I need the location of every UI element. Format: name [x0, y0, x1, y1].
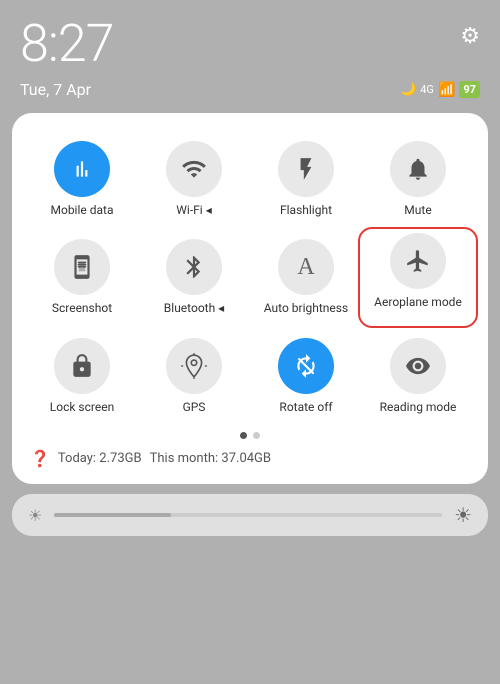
mobile-data-icon	[54, 141, 110, 197]
brightness-track[interactable]	[54, 513, 442, 517]
tile-mobile-data[interactable]: Mobile data	[26, 133, 138, 225]
battery-indicator: 97	[459, 81, 480, 98]
tile-auto-brightness[interactable]: A Auto brightness	[250, 231, 362, 323]
tile-mute[interactable]: Mute	[362, 133, 474, 225]
tile-gps[interactable]: GPS	[138, 330, 250, 422]
auto-brightness-label: Auto brightness	[264, 301, 348, 315]
data-today: Today: 2.73GB	[58, 451, 142, 466]
brightness-low-icon: ☀	[28, 506, 42, 525]
tile-lock-screen[interactable]: Lock screen	[26, 330, 138, 422]
signal-bars-icon: 📶	[438, 82, 455, 98]
data-usage-row: ❓ Today: 2.73GB This month: 37.04GB	[26, 447, 474, 470]
tile-wifi[interactable]: Wi-Fi ◂	[138, 133, 250, 225]
data-month: This month: 37.04GB	[150, 451, 271, 466]
screenshot-label: Screenshot	[52, 301, 112, 315]
flashlight-icon	[278, 141, 334, 197]
bluetooth-label: Bluetooth ◂	[164, 301, 224, 315]
brightness-fill	[54, 513, 170, 517]
tile-reading-mode[interactable]: Reading mode	[362, 330, 474, 422]
date-row: Tue, 7 Apr 🌙 4G 📶 97	[0, 78, 500, 99]
screenshot-icon	[54, 239, 110, 295]
data-usage-icon: ❓	[30, 449, 50, 468]
tile-aeroplane-mode[interactable]: Aeroplane mode	[358, 227, 478, 327]
dot-2[interactable]	[253, 432, 260, 439]
gear-icon[interactable]: ⚙	[460, 24, 480, 49]
gps-icon	[166, 338, 222, 394]
signal-text: 4G	[420, 83, 434, 96]
bluetooth-icon	[166, 239, 222, 295]
reading-mode-label: Reading mode	[380, 400, 457, 414]
quick-settings-grid: Mobile data Wi-Fi ◂ Flashlight Mute	[26, 133, 474, 422]
quick-settings-panel: Mobile data Wi-Fi ◂ Flashlight Mute	[12, 113, 488, 484]
brightness-high-icon: ☀	[454, 503, 472, 527]
rotate-icon	[278, 338, 334, 394]
rotate-off-label: Rotate off	[279, 400, 332, 414]
brightness-bar[interactable]: ☀ ☀	[12, 494, 488, 536]
mute-icon	[390, 141, 446, 197]
flashlight-label: Flashlight	[280, 203, 332, 217]
auto-brightness-icon: A	[278, 239, 334, 295]
gps-label: GPS	[183, 400, 206, 414]
aeroplane-mode-label: Aeroplane mode	[374, 295, 462, 309]
reading-mode-icon	[390, 338, 446, 394]
status-bar: 8:27 ⚙	[0, 0, 500, 78]
page-dots	[26, 432, 474, 439]
status-icons: 🌙 4G 📶 97	[400, 81, 480, 98]
tile-rotate-off[interactable]: Rotate off	[250, 330, 362, 422]
wifi-icon	[166, 141, 222, 197]
lock-screen-label: Lock screen	[50, 400, 114, 414]
aeroplane-icon	[390, 233, 446, 289]
time-display: 8:27	[20, 18, 113, 70]
tile-flashlight[interactable]: Flashlight	[250, 133, 362, 225]
tile-screenshot[interactable]: Screenshot	[26, 231, 138, 323]
mute-label: Mute	[404, 203, 431, 217]
lock-screen-icon	[54, 338, 110, 394]
date-display: Tue, 7 Apr	[20, 80, 91, 99]
wifi-label: Wi-Fi ◂	[176, 203, 211, 217]
moon-icon: 🌙	[400, 82, 416, 97]
mobile-data-label: Mobile data	[51, 203, 114, 217]
tile-bluetooth[interactable]: Bluetooth ◂	[138, 231, 250, 323]
dot-1[interactable]	[240, 432, 247, 439]
